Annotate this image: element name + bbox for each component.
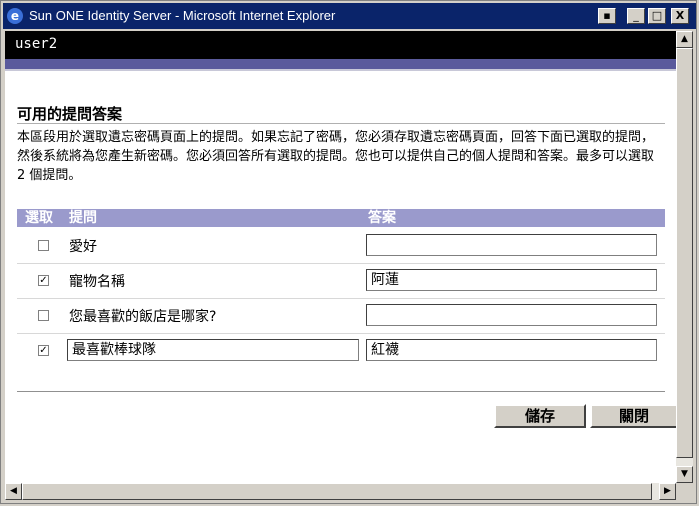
maximize-button[interactable]: □	[648, 8, 666, 24]
ie-icon: e	[7, 8, 23, 24]
answer-input[interactable]	[366, 234, 657, 256]
question-label: 寵物名稱	[69, 274, 125, 290]
scroll-right-icon[interactable]: ▶	[659, 483, 676, 500]
answer-input[interactable]	[366, 304, 657, 326]
table-row: 您最喜歡的飯店是哪家?	[17, 299, 665, 333]
window-title: Sun ONE Identity Server - Microsoft Inte…	[29, 8, 336, 23]
table-header: 選取 提問 答案	[17, 209, 665, 227]
title-bar[interactable]: e Sun ONE Identity Server - Microsoft In…	[3, 3, 696, 29]
scroll-left-icon[interactable]: ◀	[5, 483, 22, 500]
username-label: user2	[15, 36, 58, 52]
section-divider	[17, 123, 665, 124]
answer-input[interactable]: 阿蓮	[366, 269, 657, 291]
section-description: 本區段用於選取遺忘密碼頁面上的提問。如果忘記了密碼，您必須存取遺忘密碼頁面，回答…	[17, 130, 655, 183]
vertical-scrollbar[interactable]: ▲ ▼	[676, 31, 693, 483]
browser-window: e Sun ONE Identity Server - Microsoft In…	[0, 0, 697, 504]
section-title: 可用的提問答案	[17, 105, 123, 123]
close-window-button[interactable]: X	[671, 8, 689, 24]
scroll-up-icon[interactable]: ▲	[676, 31, 693, 48]
save-button[interactable]: 儲存	[494, 404, 586, 428]
horizontal-scroll-thumb[interactable]	[22, 483, 652, 500]
scroll-corner	[676, 483, 693, 500]
question-label: 您最喜歡的飯店是哪家?	[69, 309, 217, 325]
answer-input[interactable]: 紅襪	[366, 339, 657, 361]
minimize-button[interactable]: _	[627, 8, 645, 24]
header-select: 選取	[25, 210, 53, 226]
select-checkbox[interactable]	[38, 240, 49, 251]
accent-divider	[5, 69, 676, 71]
table-row: 愛好	[17, 229, 665, 263]
horizontal-scrollbar[interactable]: ◀ ▶	[5, 483, 676, 500]
close-button[interactable]: 關閉	[590, 404, 676, 428]
special-window-button[interactable]: ▪	[598, 8, 616, 24]
select-checkbox[interactable]: ✓	[38, 345, 49, 356]
accent-bar	[5, 59, 676, 69]
form-divider	[17, 391, 665, 392]
scroll-down-icon[interactable]: ▼	[676, 466, 693, 483]
header-answer: 答案	[368, 210, 396, 226]
table-row: ✓ 寵物名稱 阿蓮	[17, 264, 665, 298]
question-label: 愛好	[69, 239, 97, 255]
header-question: 提問	[69, 210, 97, 226]
table-row: ✓ 最喜歡棒球隊 紅襪	[17, 334, 665, 368]
custom-question-input[interactable]: 最喜歡棒球隊	[67, 339, 359, 361]
vertical-scroll-thumb[interactable]	[676, 48, 693, 458]
select-checkbox[interactable]: ✓	[38, 275, 49, 286]
select-checkbox[interactable]	[38, 310, 49, 321]
page-viewport: user2 可用的提問答案 本區段用於選取遺忘密碼頁面上的提問。如果忘記了密碼，…	[5, 31, 676, 483]
user-header: user2	[5, 31, 676, 59]
